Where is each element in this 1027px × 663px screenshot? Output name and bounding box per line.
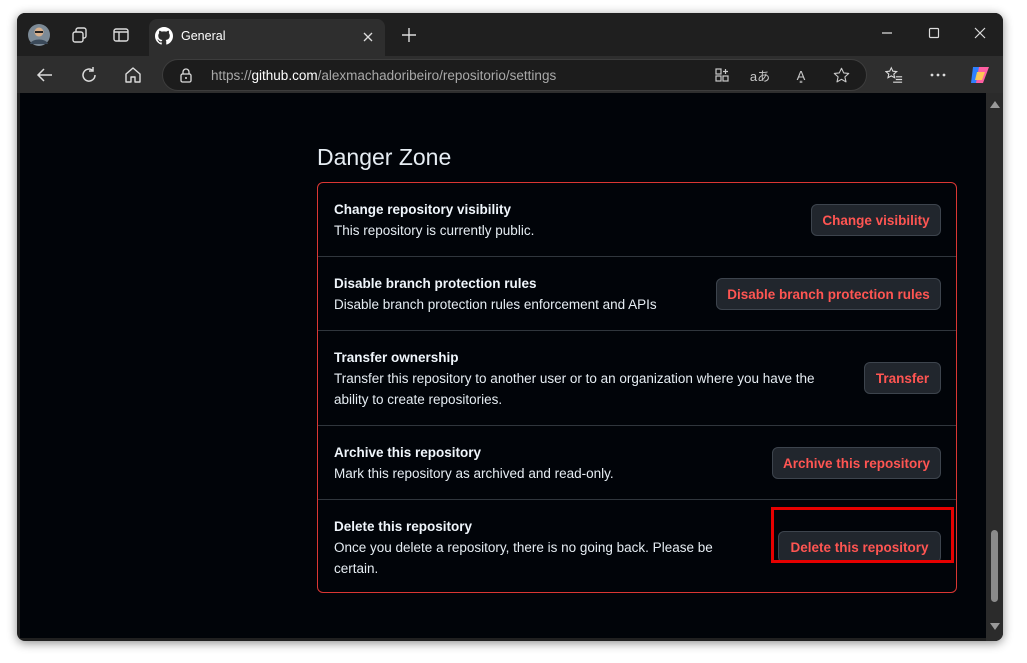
refresh-icon [82,67,96,82]
maximize-button[interactable] [920,21,948,45]
item-description: Mark this repository as archived and rea… [334,466,614,481]
item-description: Once you delete a repository, there is n… [334,540,713,576]
close-icon [974,27,986,39]
back-button[interactable] [31,61,59,89]
tab-close-icon[interactable] [357,26,379,48]
maximize-icon [928,27,940,39]
item-description: This repository is currently public. [334,223,535,238]
danger-zone-title: Danger Zone [317,144,452,170]
read-aloud-icon[interactable]: A͈ [790,65,812,85]
copilot-button[interactable] [966,61,994,89]
favorite-star-icon[interactable] [830,65,852,85]
annotation-highlight-box [771,507,954,563]
page-content: Danger Zone Change repository visibility… [20,93,986,638]
app-available-icon[interactable] [711,65,733,85]
item-heading: Archive this repository [334,445,482,460]
url-text[interactable]: https://github.com/alexmachadoribeiro/re… [211,68,556,83]
item-heading: Change repository visibility [334,202,512,217]
copilot-icon [971,67,989,83]
scroll-down-icon[interactable] [990,623,1000,630]
url-prefix: https:// [211,68,252,83]
item-heading: Delete this repository [334,519,473,534]
favorites-button[interactable] [880,61,908,89]
url-path: /alexmachadoribeiro/repositorio/settings [317,68,557,83]
lock-icon[interactable] [178,67,194,83]
minimize-button[interactable] [873,21,901,45]
tab-title: General [181,29,226,43]
workspaces-icon[interactable] [66,21,94,49]
vertical-tabs-icon[interactable] [107,21,135,49]
new-tab-button[interactable] [397,23,421,47]
browser-window: General https://github.com/alexmachadori… [17,13,1003,641]
url-host: github.com [251,68,318,83]
change-visibility-button[interactable]: Change visibility [811,204,941,236]
plus-icon [402,28,416,42]
danger-item-transfer: Transfer ownership Transfer this reposit… [318,331,956,426]
home-button[interactable] [119,61,147,89]
tab-general[interactable]: General [149,19,385,56]
github-icon [155,27,173,45]
refresh-button[interactable] [75,61,103,89]
close-window-button[interactable] [966,21,994,45]
archive-repository-button[interactable]: Archive this repository [772,447,941,479]
browser-toolbar: https://github.com/alexmachadoribeiro/re… [17,56,1003,93]
transfer-button[interactable]: Transfer [864,362,941,394]
avatar-icon [28,24,50,46]
danger-item-visibility: Change repository visibility This reposi… [318,183,956,257]
item-heading: Transfer ownership [334,350,459,365]
scroll-thumb[interactable] [991,530,998,602]
profile-avatar[interactable] [25,21,53,49]
item-description: Transfer this repository to another user… [334,371,815,407]
address-bar[interactable]: https://github.com/alexmachadoribeiro/re… [162,59,867,91]
danger-item-branch-protection: Disable branch protection rules Disable … [318,257,956,331]
danger-item-archive: Archive this repository Mark this reposi… [318,426,956,500]
minimize-icon [882,32,892,34]
translate-icon[interactable]: aあ [749,65,771,85]
more-options-button[interactable] [924,61,952,89]
disable-branch-protection-button[interactable]: Disable branch protection rules [716,278,941,310]
vertical-scrollbar[interactable] [986,93,1003,641]
home-icon [125,67,141,83]
favorites-list-icon [885,66,903,83]
back-arrow-icon [36,68,52,82]
scroll-up-icon[interactable] [990,101,1000,108]
more-dots-icon [930,73,946,77]
tab-strip: General [17,13,1003,56]
